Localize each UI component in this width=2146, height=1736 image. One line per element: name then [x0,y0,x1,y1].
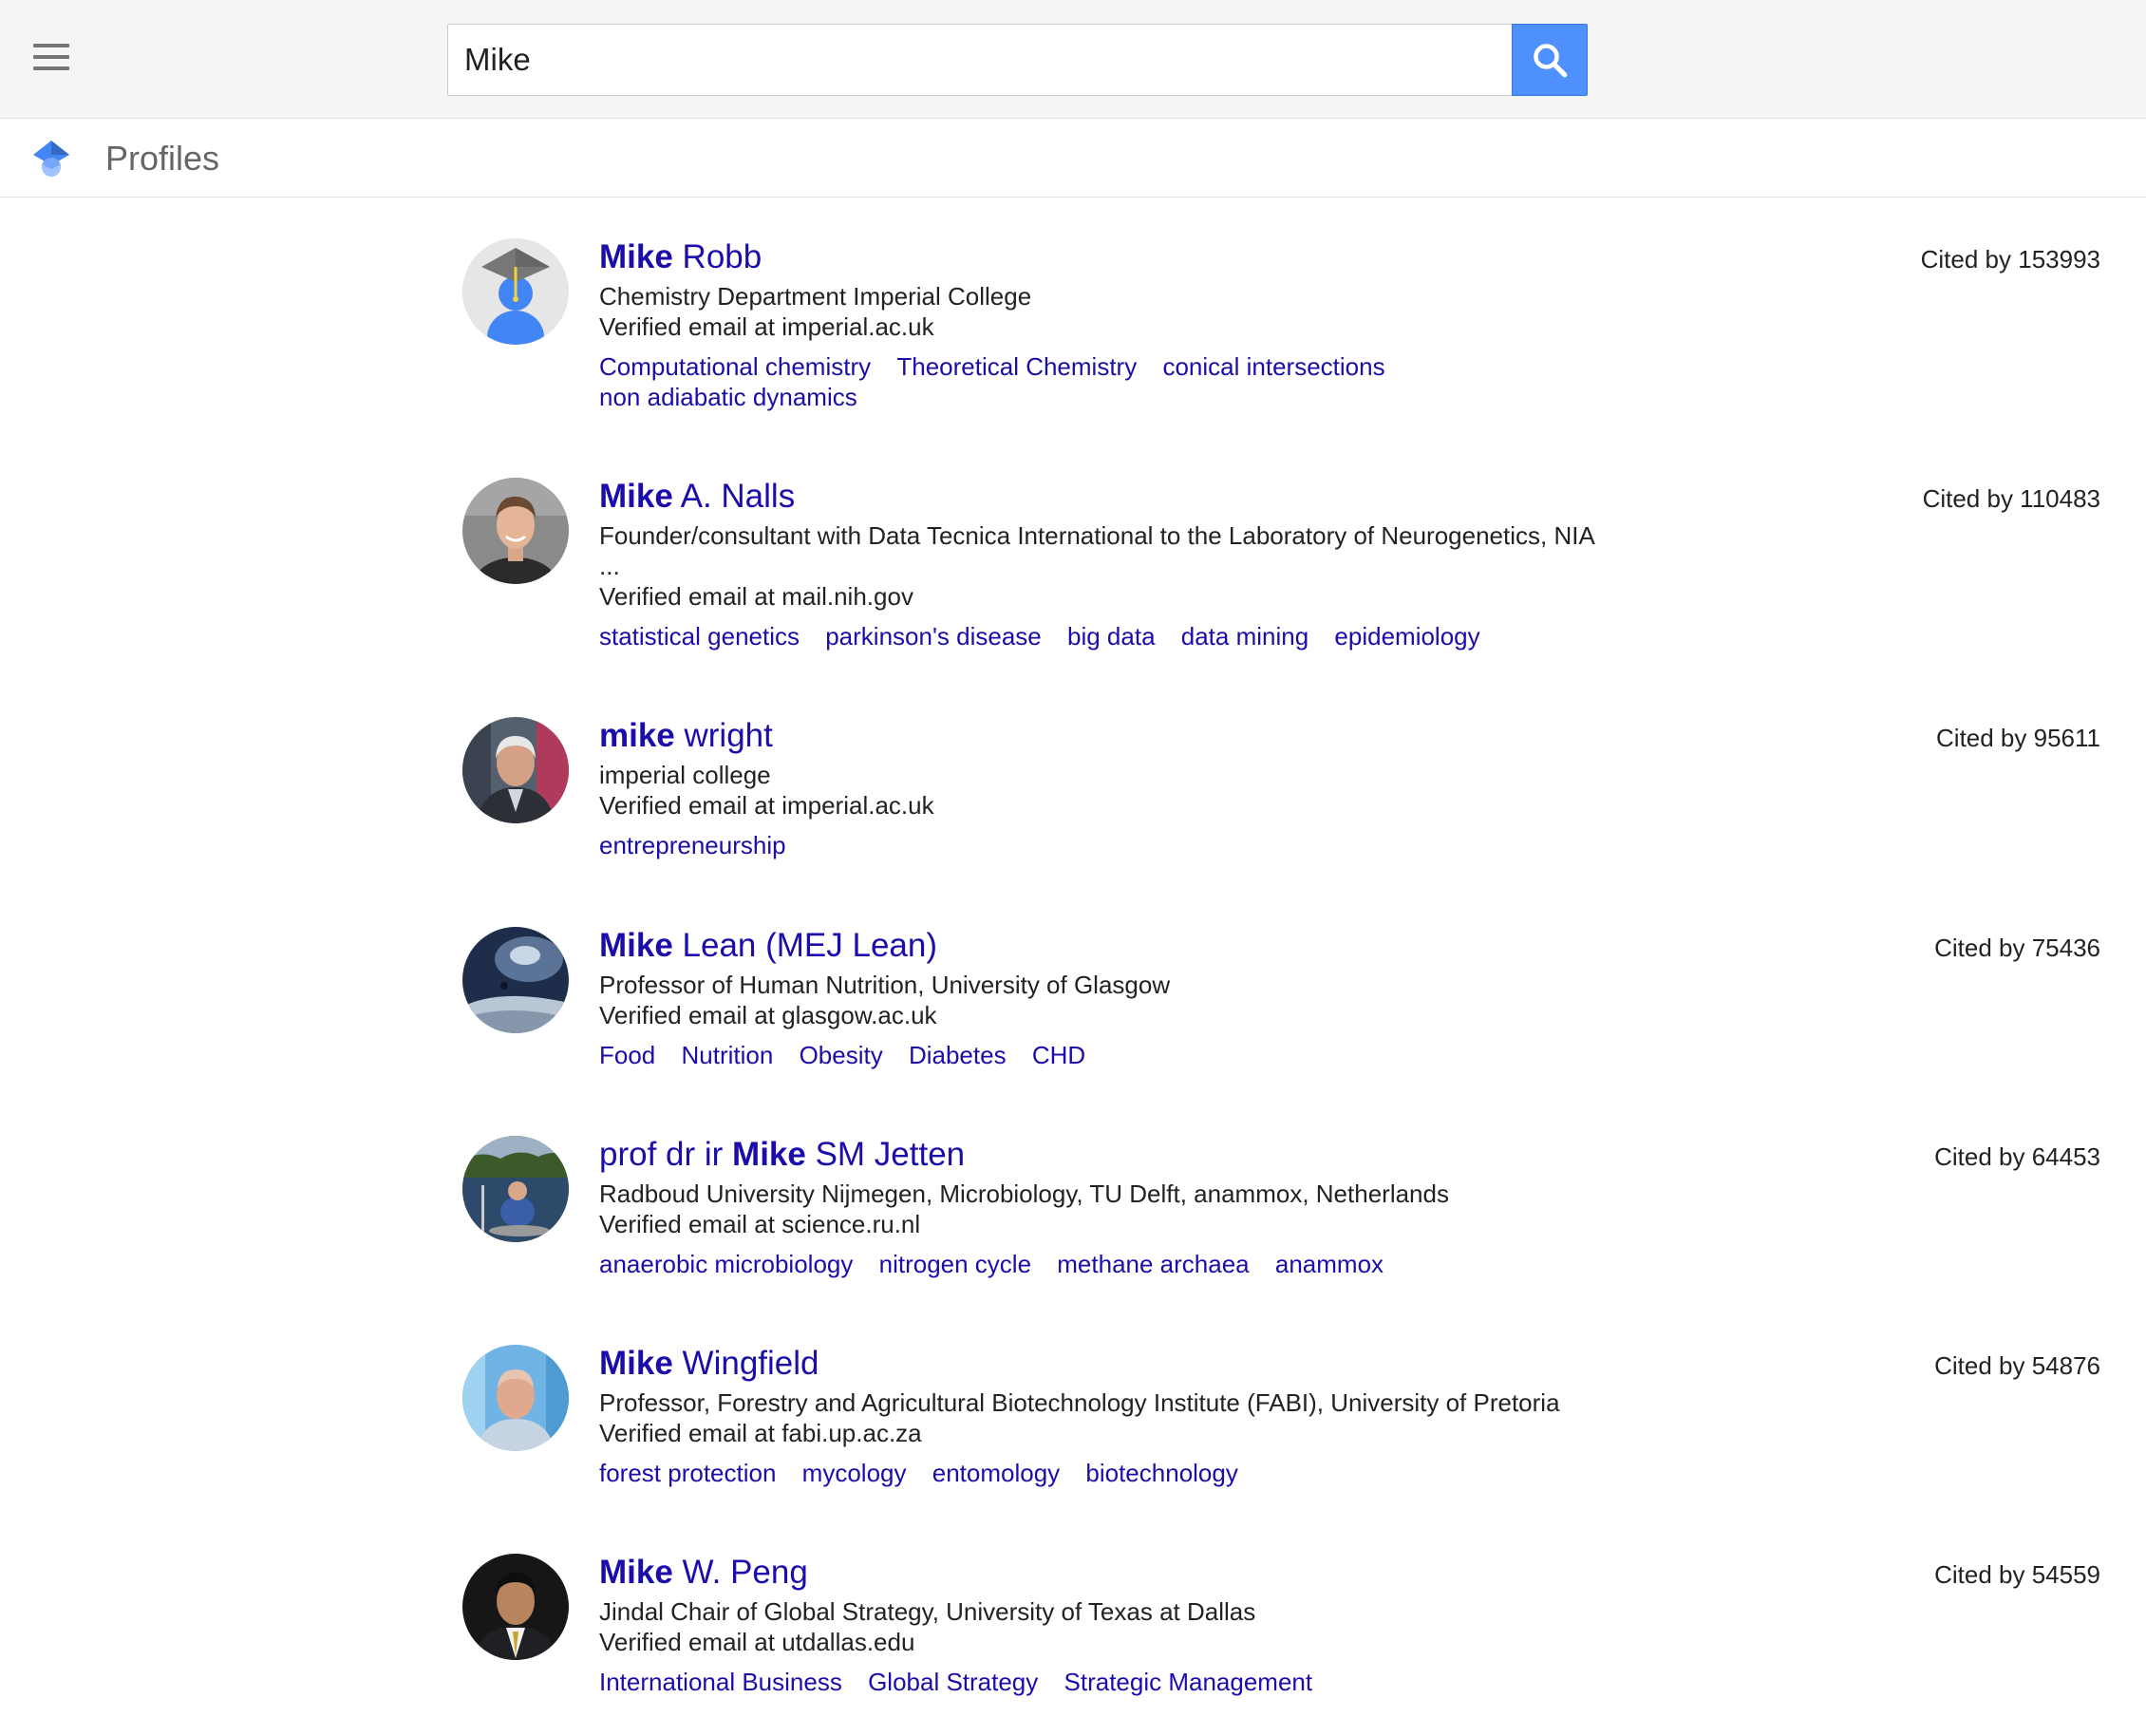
profile-photo [462,1345,569,1451]
profile-email: Verified email at imperial.ac.uk [599,312,934,341]
profile-interests: statistical genetics parkinson's disease… [599,621,1615,651]
profile-affiliation: Jindal Chair of Global Strategy, Univers… [599,1597,1256,1626]
profile-card: mike wright imperial college Verified em… [0,677,2146,886]
cited-by-count: Cited by 110483 [1922,484,2100,513]
profile-affiliation: imperial college [599,761,771,789]
interest-link[interactable]: non adiabatic dynamics [599,382,857,412]
profile-name-link[interactable]: mike wright [599,715,1615,757]
profile-affiliation: Professor of Human Nutrition, University… [599,971,1171,999]
cited-by-count: Cited by 54559 [1934,1560,2100,1589]
cited-by-count: Cited by 75436 [1934,934,2100,962]
profile-email: Verified email at imperial.ac.uk [599,791,934,820]
interest-link[interactable]: entomology [932,1458,1060,1488]
scholar-logo-icon[interactable] [31,139,71,179]
profile-card: Mike A. Nalls Founder/consultant with Da… [0,438,2146,651]
profile-card: Mike Wingfield Professor, Forestry and A… [0,1305,2146,1514]
default-avatar-icon [462,238,569,345]
profile-info: prof dr ir Mike SM Jetten Radboud Univer… [599,1134,1615,1279]
cited-by-count: Cited by 54876 [1934,1351,2100,1380]
interest-link[interactable]: mycology [802,1458,907,1488]
interest-link[interactable]: anaerobic microbiology [599,1249,853,1279]
menu-icon[interactable] [27,38,76,76]
search-icon [1534,44,1568,78]
avatar[interactable] [462,478,569,584]
interest-link[interactable]: Computational chemistry [599,351,871,382]
interest-link[interactable]: statistical genetics [599,621,800,651]
interest-link[interactable]: epidemiology [1334,621,1479,651]
interest-link[interactable]: CHD [1032,1040,1085,1070]
profile-photo [462,717,569,823]
profile-photo [462,478,569,584]
profile-info: Mike W. Peng Jindal Chair of Global Stra… [599,1552,1615,1697]
interest-link[interactable]: conical intersections [1162,351,1384,382]
avatar[interactable] [462,1136,569,1242]
page-title: Profiles [105,139,220,178]
profiles-header: Profiles [0,120,2146,198]
profile-email: Verified email at fabi.up.ac.za [599,1419,922,1447]
interest-link[interactable]: Global Strategy [868,1667,1038,1697]
interest-link[interactable]: data mining [1181,621,1308,651]
interest-link[interactable]: Theoretical Chemistry [896,351,1137,382]
avatar[interactable] [462,927,569,1033]
profile-interests: International Business Global Strategy S… [599,1667,1615,1697]
profile-interests: entrepreneurship [599,830,1615,860]
profile-interests: forest protection mycology entomology bi… [599,1458,1615,1488]
profile-photo [462,927,569,1033]
profile-photo [462,1136,569,1242]
interest-link[interactable]: biotechnology [1085,1458,1237,1488]
profile-email: Verified email at science.ru.nl [599,1210,921,1238]
profile-photo [462,1554,569,1660]
profile-card: Mike Robb Chemistry Department Imperial … [0,198,2146,411]
avatar[interactable] [462,1554,569,1660]
profile-card: prof dr ir Mike SM Jetten Radboud Univer… [0,1096,2146,1305]
profile-interests: anaerobic microbiology nitrogen cycle me… [599,1249,1615,1279]
profile-name-link[interactable]: Mike Wingfield [599,1343,1615,1385]
cited-by-count: Cited by 95611 [1936,724,2100,752]
interest-link[interactable]: methane archaea [1057,1249,1249,1279]
profile-email: Verified email at mail.nih.gov [599,582,913,611]
interest-link[interactable]: Diabetes [909,1040,1007,1070]
top-bar [0,0,2146,119]
search-button[interactable] [1512,24,1588,96]
interest-link[interactable]: big data [1067,621,1156,651]
profile-name-link[interactable]: Mike W. Peng [599,1552,1615,1594]
profile-info: mike wright imperial college Verified em… [599,715,1615,860]
search-input[interactable] [447,24,1512,96]
avatar[interactable] [462,238,569,345]
search-box [447,24,1588,96]
profile-info: Mike Lean (MEJ Lean) Professor of Human … [599,925,1615,1070]
interest-link[interactable]: entrepreneurship [599,830,786,860]
profile-info: Mike A. Nalls Founder/consultant with Da… [599,476,1615,651]
interest-link[interactable]: International Business [599,1667,842,1697]
interest-link[interactable]: parkinson's disease [825,621,1042,651]
profile-card: Mike W. Peng Jindal Chair of Global Stra… [0,1514,2146,1723]
profile-info: Mike Wingfield Professor, Forestry and A… [599,1343,1615,1488]
interest-link[interactable]: anammox [1275,1249,1384,1279]
avatar[interactable] [462,1345,569,1451]
interest-link[interactable]: Strategic Management [1064,1667,1313,1697]
profile-affiliation: Professor, Forestry and Agricultural Bio… [599,1388,1560,1417]
profile-affiliation: Founder/consultant with Data Tecnica Int… [599,521,1594,580]
profile-name-link[interactable]: Mike A. Nalls [599,476,1615,518]
interest-link[interactable]: Nutrition [682,1040,774,1070]
profile-card: Mike Lean (MEJ Lean) Professor of Human … [0,887,2146,1096]
profile-email: Verified email at glasgow.ac.uk [599,1001,937,1029]
interest-link[interactable]: Obesity [800,1040,883,1070]
profile-affiliation: Radboud University Nijmegen, Microbiolog… [599,1179,1449,1208]
profile-interests: Food Nutrition Obesity Diabetes CHD [599,1040,1615,1070]
profile-email: Verified email at utdallas.edu [599,1628,915,1656]
profile-name-link[interactable]: Mike Lean (MEJ Lean) [599,925,1615,967]
cited-by-count: Cited by 64453 [1934,1142,2100,1171]
interest-link[interactable]: forest protection [599,1458,776,1488]
profile-interests: Computational chemistry Theoretical Chem… [599,351,1615,412]
interest-link[interactable]: nitrogen cycle [879,1249,1031,1279]
avatar[interactable] [462,717,569,823]
profile-name-link[interactable]: Mike Robb [599,236,1615,278]
profile-affiliation: Chemistry Department Imperial College [599,282,1032,311]
profile-name-link[interactable]: prof dr ir Mike SM Jetten [599,1134,1615,1176]
cited-by-count: Cited by 153993 [1920,245,2100,274]
profile-info: Mike Robb Chemistry Department Imperial … [599,236,1615,412]
interest-link[interactable]: Food [599,1040,655,1070]
